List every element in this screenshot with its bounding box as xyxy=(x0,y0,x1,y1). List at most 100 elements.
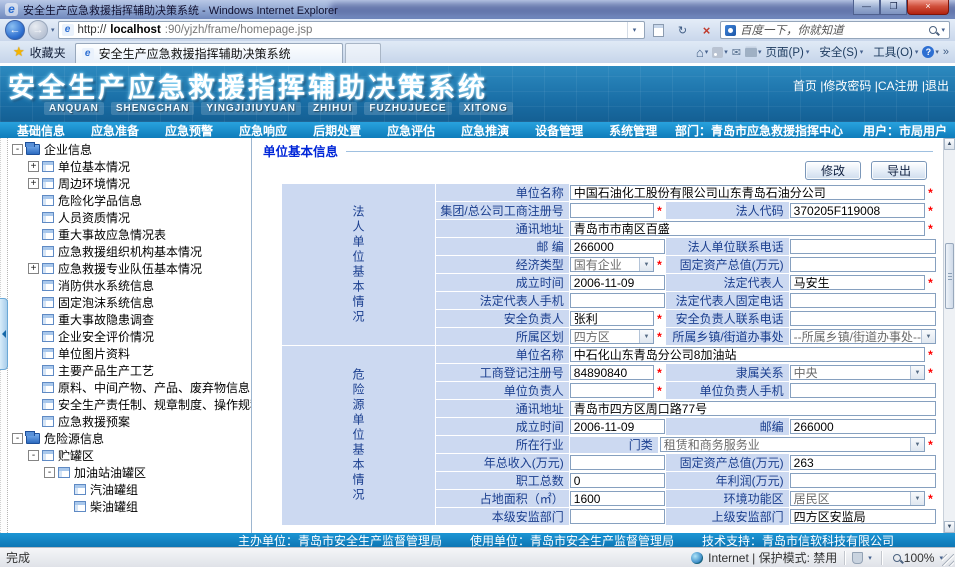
url-dropdown-icon[interactable]: ▾ xyxy=(627,22,641,38)
menu-item-7[interactable]: 应急推演 xyxy=(448,122,522,139)
panel-collapse-handle[interactable] xyxy=(0,298,8,370)
field-input[interactable]: 2006-11-09 xyxy=(570,275,665,290)
field-input[interactable] xyxy=(570,203,654,218)
field-input[interactable] xyxy=(570,509,665,524)
zoom-control[interactable]: 100% ▾ xyxy=(889,551,949,565)
url-field[interactable]: e http://localhost:90/yjzh/frame/homepag… xyxy=(58,21,645,39)
field-input[interactable] xyxy=(790,311,936,326)
command-dropdown-icon[interactable]: ▾ xyxy=(860,48,864,56)
tree-expand-icon[interactable]: + xyxy=(28,161,39,172)
field-input[interactable]: 青岛市四方区周口路77号 xyxy=(570,401,936,416)
select-arrow-icon[interactable]: ▼ xyxy=(921,330,935,343)
field-input[interactable]: 2006-11-09 xyxy=(570,419,665,434)
field-input[interactable]: 中国石油化工股份有限公司山东青岛石油分公司 xyxy=(570,185,925,200)
tree-item[interactable]: +单位基本情况 xyxy=(10,158,251,175)
select-arrow-icon[interactable]: ▼ xyxy=(910,492,924,505)
tree-item[interactable]: 原料、中间产物、产品、废弃物信息 xyxy=(10,379,251,396)
tree-item[interactable]: - 贮罐区 xyxy=(10,447,251,464)
field-select[interactable]: 居民区▼ xyxy=(790,491,925,506)
tree-item-label[interactable]: 重大事故隐患调查 xyxy=(58,311,154,328)
search-box[interactable]: 百度一下，你就知道 ▾ xyxy=(720,21,950,39)
tree-collapse-icon[interactable]: - xyxy=(44,467,55,478)
field-input[interactable]: 263 xyxy=(790,455,936,470)
forward-button[interactable]: → xyxy=(28,20,48,40)
nav-history-dropdown-icon[interactable]: ▾ xyxy=(51,26,55,34)
tree-item[interactable]: 固定泡沫系统信息 xyxy=(10,294,251,311)
select-arrow-icon[interactable]: ▼ xyxy=(910,366,924,379)
tree-collapse-icon[interactable]: - xyxy=(12,144,23,155)
tree-collapse-icon[interactable]: - xyxy=(12,433,23,444)
new-tab-stub[interactable] xyxy=(345,43,381,63)
tree-item-label[interactable]: 应急救援专业队伍基本情况 xyxy=(58,260,202,277)
tree-item-label[interactable]: 消防供水系统信息 xyxy=(58,277,154,294)
modify-button[interactable]: 修改 xyxy=(805,161,861,180)
field-input[interactable] xyxy=(570,455,665,470)
tree-item[interactable]: 应急救援组织机构基本情况 xyxy=(10,243,251,260)
field-input[interactable]: 张利 xyxy=(570,311,654,326)
feeds-dropdown-icon[interactable]: ▾ xyxy=(724,48,728,56)
resize-grip[interactable] xyxy=(942,554,954,566)
tree-item-label[interactable]: 加油站油罐区 xyxy=(74,464,146,481)
field-input[interactable] xyxy=(790,473,936,488)
tree-item-label[interactable]: 危险化学品信息 xyxy=(58,192,142,209)
print-button[interactable]: ▾ xyxy=(745,48,762,57)
feeds-button[interactable]: ▾ xyxy=(712,47,728,58)
banner-link-2[interactable]: 修改密码 xyxy=(823,79,871,93)
field-input[interactable]: 370205F119008 xyxy=(790,203,925,218)
help-dropdown-icon[interactable]: ▾ xyxy=(935,48,939,56)
tree-item[interactable]: -企业信息 xyxy=(10,141,251,158)
field-input[interactable] xyxy=(790,239,936,254)
field-input[interactable] xyxy=(570,293,665,308)
tree-expand-icon[interactable]: + xyxy=(28,178,39,189)
tree-item-label[interactable]: 固定泡沫系统信息 xyxy=(58,294,154,311)
banner-link-3[interactable]: CA注册 xyxy=(878,79,919,93)
read-mail-button[interactable]: ✉ xyxy=(732,46,741,59)
vertical-scrollbar[interactable]: ▲ ▼ xyxy=(943,138,955,533)
tree-item[interactable]: 重大事故应急情况表 xyxy=(10,226,251,243)
menu-item-1[interactable]: 基础信息 xyxy=(4,122,78,139)
select-arrow-icon[interactable]: ▼ xyxy=(910,438,924,451)
command-dropdown-icon[interactable]: ▾ xyxy=(806,48,810,56)
tree-item-label[interactable]: 贮罐区 xyxy=(58,447,94,464)
tree-item-label[interactable]: 企业安全评价情况 xyxy=(58,328,154,345)
minimize-button[interactable]: — xyxy=(853,0,880,15)
field-input[interactable] xyxy=(790,293,936,308)
favorites-button[interactable]: ★ 收藏夹 xyxy=(4,41,75,63)
tree-collapse-icon[interactable]: - xyxy=(28,450,39,461)
stop-button[interactable]: × xyxy=(696,21,717,40)
tab-active[interactable]: e 安全生产应急救援指挥辅助决策系统 xyxy=(75,43,343,63)
menu-item-3[interactable]: 应急预警 xyxy=(152,122,226,139)
select-arrow-icon[interactable]: ▼ xyxy=(639,258,653,271)
home-dropdown-icon[interactable]: ▾ xyxy=(705,48,709,56)
tree-item[interactable]: 汽油罐组 xyxy=(10,481,251,498)
field-input[interactable]: 0 xyxy=(570,473,665,488)
tree-item[interactable]: 单位图片资料 xyxy=(10,345,251,362)
tree-item[interactable]: -危险源信息 xyxy=(10,430,251,447)
tree-item-label[interactable]: 原料、中间产物、产品、废弃物信息 xyxy=(58,379,250,396)
tree-item-label[interactable]: 汽油罐组 xyxy=(90,481,138,498)
scrollbar-thumb[interactable] xyxy=(945,243,954,309)
field-select[interactable]: 四方区▼ xyxy=(570,329,654,344)
field-input[interactable]: 84890840 xyxy=(570,365,654,380)
menu-item-8[interactable]: 设备管理 xyxy=(522,122,596,139)
search-dropdown-icon[interactable]: ▾ xyxy=(941,26,945,34)
help-button[interactable]: ?▾ xyxy=(922,46,939,58)
field-input[interactable]: 马安生 xyxy=(790,275,925,290)
tree-item[interactable]: 消防供水系统信息 xyxy=(10,277,251,294)
tree-item[interactable]: +应急救援专业队伍基本情况 xyxy=(10,260,251,277)
field-input[interactable] xyxy=(790,257,936,272)
scroll-down-icon[interactable]: ▼ xyxy=(944,521,955,533)
field-select[interactable]: 租赁和商务服务业▼ xyxy=(660,437,925,452)
tree-item[interactable]: 企业安全评价情况 xyxy=(10,328,251,345)
search-magnifier-icon[interactable] xyxy=(929,26,937,34)
tree-item-label[interactable]: 主要产品生产工艺 xyxy=(58,362,154,379)
field-input[interactable]: 1600 xyxy=(570,491,665,506)
zone-dropdown-icon[interactable]: ▾ xyxy=(868,554,872,562)
field-select[interactable]: --所属乡镇/街道办事处--▼ xyxy=(790,329,936,344)
field-select[interactable]: 中央▼ xyxy=(790,365,925,380)
field-input[interactable]: 266000 xyxy=(790,419,936,434)
home-button[interactable]: ⌂▾ xyxy=(696,45,708,60)
maximize-button[interactable]: ❐ xyxy=(880,0,907,15)
tree-item-label[interactable]: 应急救援预案 xyxy=(58,413,130,430)
field-select[interactable]: 国有企业▼ xyxy=(570,257,654,272)
